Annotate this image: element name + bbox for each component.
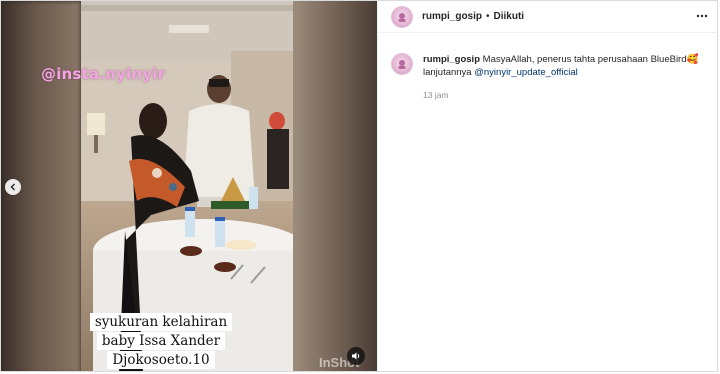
comment-username[interactable]: rumpi_gosip <box>423 54 480 65</box>
previous-media-button[interactable] <box>5 179 21 195</box>
profile-picture-icon <box>398 12 406 22</box>
post-details-panel: rumpi_gosip • Diikuti rumpi_gosip MasyaA… <box>377 1 717 371</box>
video-caption-line: syukuran kelahiran <box>89 313 233 331</box>
comment-text: MasyaAllah, penerus tahta perusahaan Blu… <box>482 54 687 65</box>
comment-mention-link[interactable]: @nyinyir_update_official <box>474 67 577 78</box>
avatar[interactable] <box>391 53 413 75</box>
video-caption: syukuran kelahiran baby Issa Xander Djok… <box>87 313 235 370</box>
video-caption-line: baby Issa Xander <box>96 332 226 350</box>
video-caption-line: Djokosoeto.10 <box>107 351 215 369</box>
audio-toggle-button[interactable] <box>347 347 365 365</box>
chevron-left-icon <box>10 183 15 191</box>
post-header: rumpi_gosip • Diikuti <box>378 1 717 33</box>
media-watermark: @insta.nyinyir <box>41 65 166 83</box>
post-modal: @insta.nyinyir syukuran kelahiran baby I… <box>0 0 718 372</box>
avatar[interactable] <box>391 5 413 28</box>
post-media[interactable]: @insta.nyinyir syukuran kelahiran baby I… <box>1 1 377 371</box>
comment-body: rumpi_gosip MasyaAllah, penerus tahta pe… <box>423 53 705 102</box>
more-options-button[interactable] <box>696 10 708 22</box>
speaker-icon <box>352 352 360 360</box>
media-blur-right <box>293 1 377 371</box>
comment-timestamp[interactable]: 13 jam <box>423 89 705 102</box>
comment-emoji: 🥰 <box>686 54 699 65</box>
caption-comment: rumpi_gosip MasyaAllah, penerus tahta pe… <box>391 53 706 102</box>
profile-picture-icon <box>398 60 406 69</box>
comment-text-continued: lanjutannya <box>423 67 472 78</box>
follow-status-button[interactable]: Diikuti <box>494 11 525 22</box>
header-separator: • <box>486 11 490 22</box>
header-username[interactable]: rumpi_gosip <box>422 11 482 22</box>
more-horizontal-icon <box>696 14 708 18</box>
